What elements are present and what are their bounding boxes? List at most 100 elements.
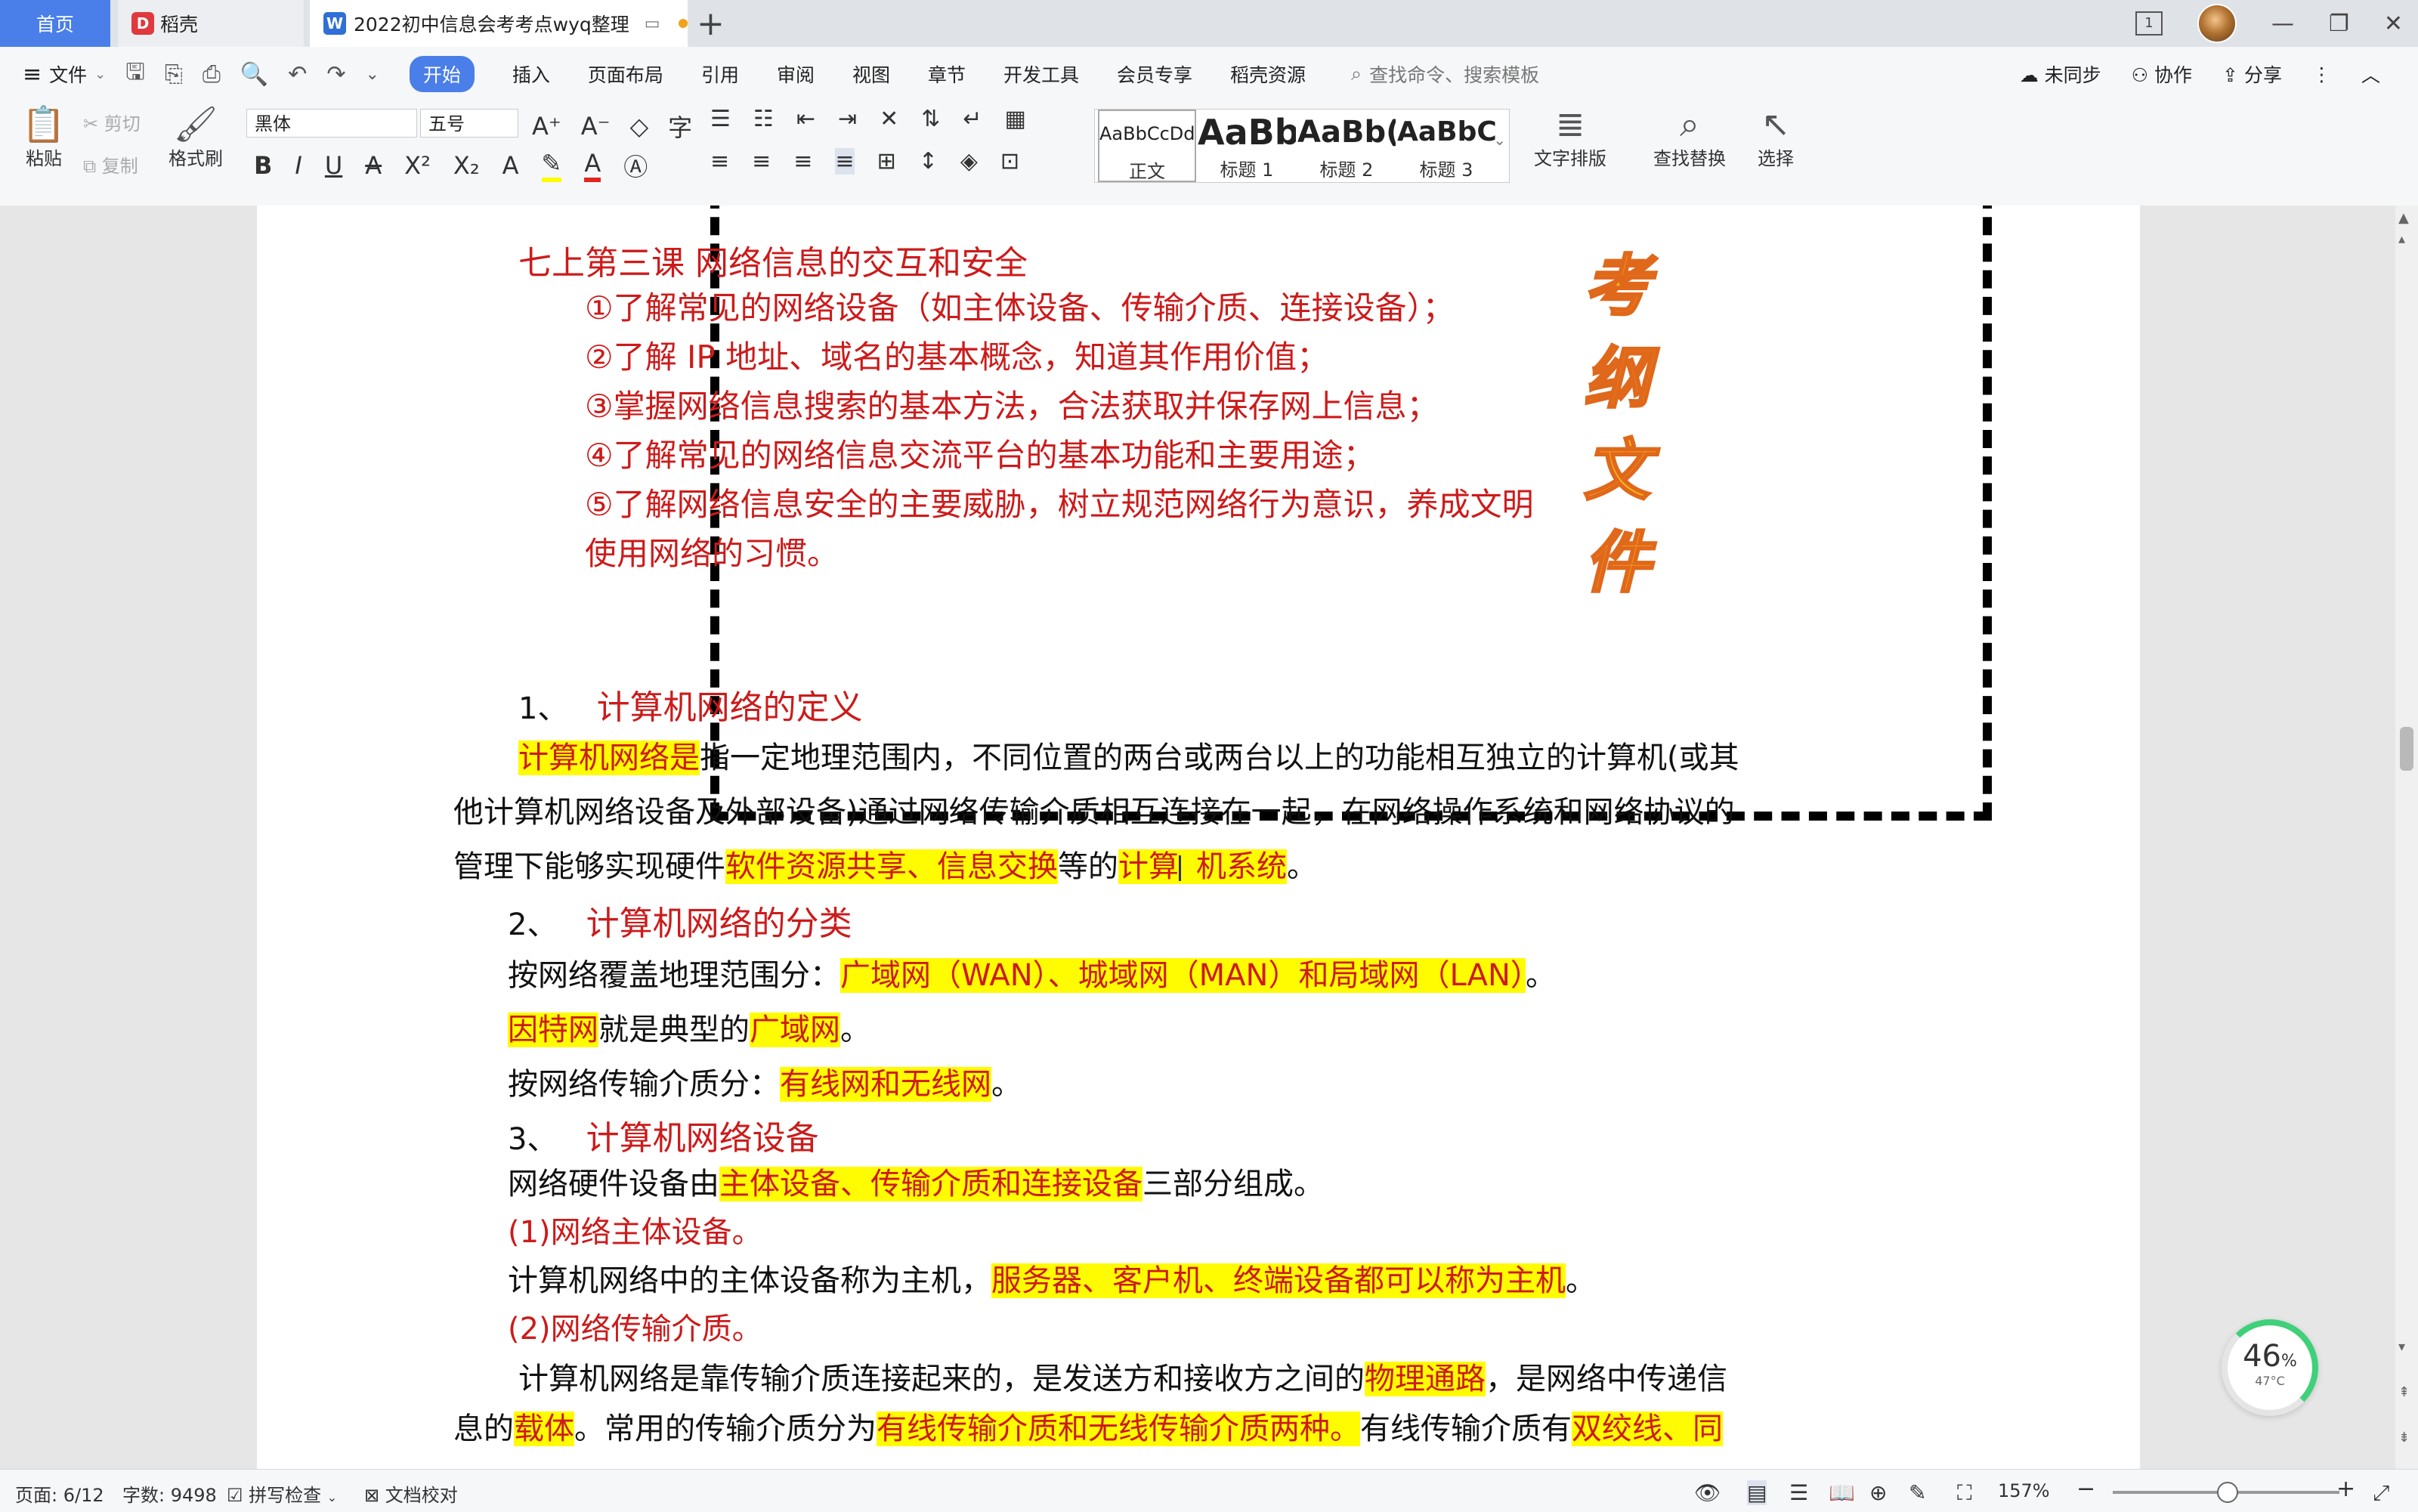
zoom-level[interactable]: 157%	[1998, 1480, 2050, 1501]
menu-item-view[interactable]: 视图	[852, 60, 890, 88]
align-right-icon[interactable]: ≡	[793, 148, 812, 175]
scrollbar-thumb[interactable]	[2400, 727, 2413, 771]
prev-page-icon[interactable]: ⇞	[2398, 1384, 2410, 1400]
save-icon[interactable]: 🖫	[125, 55, 145, 94]
scroll-up-small-icon[interactable]: ▴	[2398, 231, 2405, 247]
font-color-icon[interactable]: A	[584, 149, 601, 182]
italic-icon[interactable]: I	[295, 151, 301, 180]
menu-item-daoke-resources[interactable]: 稻壳资源	[1230, 60, 1306, 88]
more-options-icon[interactable]: ⋮	[2312, 63, 2331, 85]
word-count[interactable]: 字数: 9498	[122, 1480, 217, 1507]
highlight-icon[interactable]: ✎	[541, 149, 562, 182]
print-preview-icon[interactable]: 🔍	[240, 61, 268, 88]
paste-button[interactable]: 📋 粘贴	[14, 104, 74, 170]
menu-item-references[interactable]: 引用	[701, 60, 739, 88]
superscript-icon[interactable]: X²	[404, 151, 431, 180]
maximize-button[interactable]: ❐	[2329, 11, 2349, 37]
format-painter-button[interactable]: 🖌 格式刷	[165, 104, 227, 170]
distribute-icon[interactable]: ⊞	[877, 148, 896, 175]
proofread-button[interactable]: ⊠ 文档校对	[364, 1480, 458, 1507]
menu-item-developer[interactable]: 开发工具	[1003, 60, 1079, 88]
page-view-icon[interactable]: ▤	[1747, 1480, 1767, 1505]
web-view-icon[interactable]: ⊕	[1869, 1480, 1887, 1505]
align-center-icon[interactable]: ≡	[752, 148, 771, 175]
style-heading-2[interactable]: AaBb( 标题 2	[1297, 110, 1396, 182]
font-name-select[interactable]: 黑体	[246, 109, 417, 138]
bold-icon[interactable]: B	[254, 151, 272, 180]
bullet-list-icon[interactable]: ☰	[710, 106, 731, 132]
menu-item-page-layout[interactable]: 页面布局	[588, 60, 663, 88]
new-tab-button[interactable]: +	[697, 5, 725, 43]
outline-view-icon[interactable]: ☰	[1789, 1480, 1808, 1505]
print-icon[interactable]: ⎙	[203, 61, 221, 88]
borders-icon[interactable]: ⊡	[1000, 148, 1019, 175]
minimize-button[interactable]: —	[2271, 11, 2294, 37]
avatar[interactable]	[2197, 4, 2237, 43]
scroll-down-small-icon[interactable]: ▾	[2398, 1339, 2405, 1355]
spell-check-button[interactable]: ☑ 拼写检查 ⌄	[227, 1480, 337, 1507]
phonetic-icon[interactable]: 字	[668, 109, 692, 144]
eye-protection-icon[interactable]: 👁	[1694, 1480, 1721, 1505]
grow-font-icon[interactable]: A⁺	[532, 112, 561, 141]
undo-icon[interactable]: ↶	[288, 61, 307, 88]
page-badge-icon[interactable]: 1	[2135, 11, 2163, 36]
menu-item-home[interactable]: 开始	[409, 56, 475, 92]
styles-scroll-icon[interactable]: ⌄	[1493, 131, 1506, 149]
fit-page-icon[interactable]: ⛶	[1957, 1480, 1972, 1506]
redo-icon[interactable]: ↷	[326, 61, 345, 88]
vertical-scrollbar[interactable]: ▲ ▴ ▾ ⇞ ⇟	[2395, 206, 2418, 1469]
text-effect-icon[interactable]: A	[502, 151, 519, 180]
decrease-indent-icon[interactable]: ⇤	[796, 106, 815, 132]
numbered-list-icon[interactable]: ☷	[753, 106, 774, 132]
text-layout-button[interactable]: ≣ 文字排版	[1534, 104, 1606, 170]
zoom-slider-knob[interactable]	[2217, 1482, 2238, 1503]
copy-button[interactable]: ⧉ 复制	[83, 151, 138, 178]
write-mode-icon[interactable]: ✎	[1909, 1480, 1926, 1505]
style-normal[interactable]: AaBbCcDd 正文	[1098, 110, 1196, 182]
menu-item-chapter[interactable]: 章节	[928, 60, 966, 88]
table-tools-icon[interactable]: ▦	[1005, 106, 1026, 132]
zoom-in-icon[interactable]: +	[2336, 1476, 2355, 1502]
fullscreen-icon[interactable]: ⤢	[2373, 1480, 2389, 1506]
select-button[interactable]: ↖ 选择	[1758, 104, 1794, 170]
sort-icon[interactable]: ⇅	[921, 106, 940, 132]
char-border-icon[interactable]: Ⓐ	[623, 148, 648, 183]
line-spacing-icon[interactable]: ↕	[919, 148, 938, 175]
performance-widget[interactable]: 46% 47°C	[2222, 1319, 2318, 1416]
command-search[interactable]: ⌕ 查找命令、搜索模板	[1351, 60, 1539, 88]
export-pdf-icon[interactable]: ⎘	[165, 61, 183, 88]
more-chevron-icon[interactable]: ⌄	[365, 65, 379, 84]
strikethrough-icon[interactable]: A	[365, 151, 382, 180]
page-indicator[interactable]: 页面: 6/12	[15, 1480, 104, 1507]
zoom-out-icon[interactable]: −	[2076, 1476, 2095, 1502]
reading-view-icon[interactable]: 📖	[1829, 1480, 1855, 1505]
shrink-font-icon[interactable]: A⁻	[581, 112, 611, 141]
underline-icon[interactable]: U	[325, 151, 342, 180]
subscript-icon[interactable]: X₂	[453, 151, 480, 180]
share-button[interactable]: ⇪ 分享	[2222, 60, 2282, 88]
collapse-ribbon-icon[interactable]: ︿	[2361, 60, 2380, 88]
file-menu[interactable]: ≡ 文件 ⌄	[23, 60, 106, 88]
next-page-icon[interactable]: ⇟	[2398, 1430, 2410, 1446]
chinese-layout-icon[interactable]: ✕	[880, 106, 898, 132]
show-marks-icon[interactable]: ↵	[963, 106, 982, 132]
cut-button[interactable]: ✂ 剪切	[83, 109, 141, 135]
font-size-select[interactable]: 五号	[420, 109, 518, 138]
shading-icon[interactable]: ◈	[960, 148, 978, 175]
monitor-icon[interactable]: ▭	[645, 14, 660, 33]
collab-button[interactable]: ⚇ 协作	[2132, 60, 2192, 88]
close-button[interactable]: ✕	[2384, 11, 2403, 37]
align-left-icon[interactable]: ≡	[710, 148, 729, 175]
tab-daoke[interactable]: D 稻壳	[118, 0, 304, 47]
justify-icon[interactable]: ≡	[835, 148, 855, 175]
clear-format-icon[interactable]: ◇	[630, 112, 649, 141]
menu-item-member[interactable]: 会员专享	[1117, 60, 1192, 88]
sync-button[interactable]: ☁ 未同步	[2020, 60, 2101, 88]
style-heading-1[interactable]: AaBb 标题 1	[1198, 110, 1296, 182]
menu-item-insert[interactable]: 插入	[512, 60, 550, 88]
tab-home[interactable]: 首页	[0, 0, 110, 47]
increase-indent-icon[interactable]: ⇥	[838, 106, 857, 132]
find-replace-button[interactable]: ⌕ 查找替换	[1653, 104, 1726, 170]
style-heading-3[interactable]: AaBbC 标题 3	[1397, 110, 1495, 182]
scroll-up-icon[interactable]: ▲	[2398, 210, 2409, 226]
